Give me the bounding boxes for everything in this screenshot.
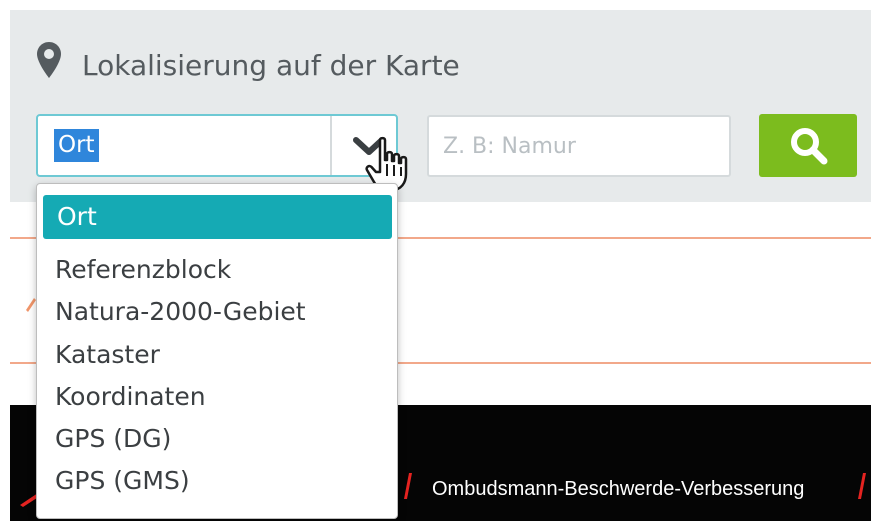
red-slash-decoration	[404, 473, 412, 499]
dropdown-option-kataster[interactable]: Kataster	[55, 339, 160, 371]
footer-link-ombudsman[interactable]: Ombudsmann-Beschwerde-Verbesserung	[432, 477, 804, 501]
orange-mark	[26, 298, 36, 312]
select-current-value: Ort	[54, 129, 99, 162]
location-type-dropdown: Ort Referenzblock Natura-2000-Gebiet Kat…	[36, 183, 398, 519]
location-type-select[interactable]: Ort	[36, 114, 398, 177]
search-icon	[791, 128, 828, 165]
map-pin-icon	[37, 42, 61, 78]
dropdown-option-ort[interactable]: Ort	[43, 195, 392, 239]
dropdown-option-gps-gms[interactable]: GPS (GMS)	[55, 465, 190, 497]
select-divider	[330, 116, 332, 175]
section-title: Lokalisierung auf der Karte	[82, 49, 460, 82]
search-button[interactable]	[759, 114, 857, 177]
location-search-input[interactable]	[427, 115, 731, 177]
dropdown-option-natura-2000[interactable]: Natura-2000-Gebiet	[55, 296, 306, 328]
dropdown-option-gps-dg[interactable]: GPS (DG)	[55, 423, 171, 455]
red-slash-decoration	[858, 473, 866, 499]
dropdown-option-koordinaten[interactable]: Koordinaten	[55, 381, 206, 413]
dropdown-option-referenzblock[interactable]: Referenzblock	[55, 254, 231, 286]
